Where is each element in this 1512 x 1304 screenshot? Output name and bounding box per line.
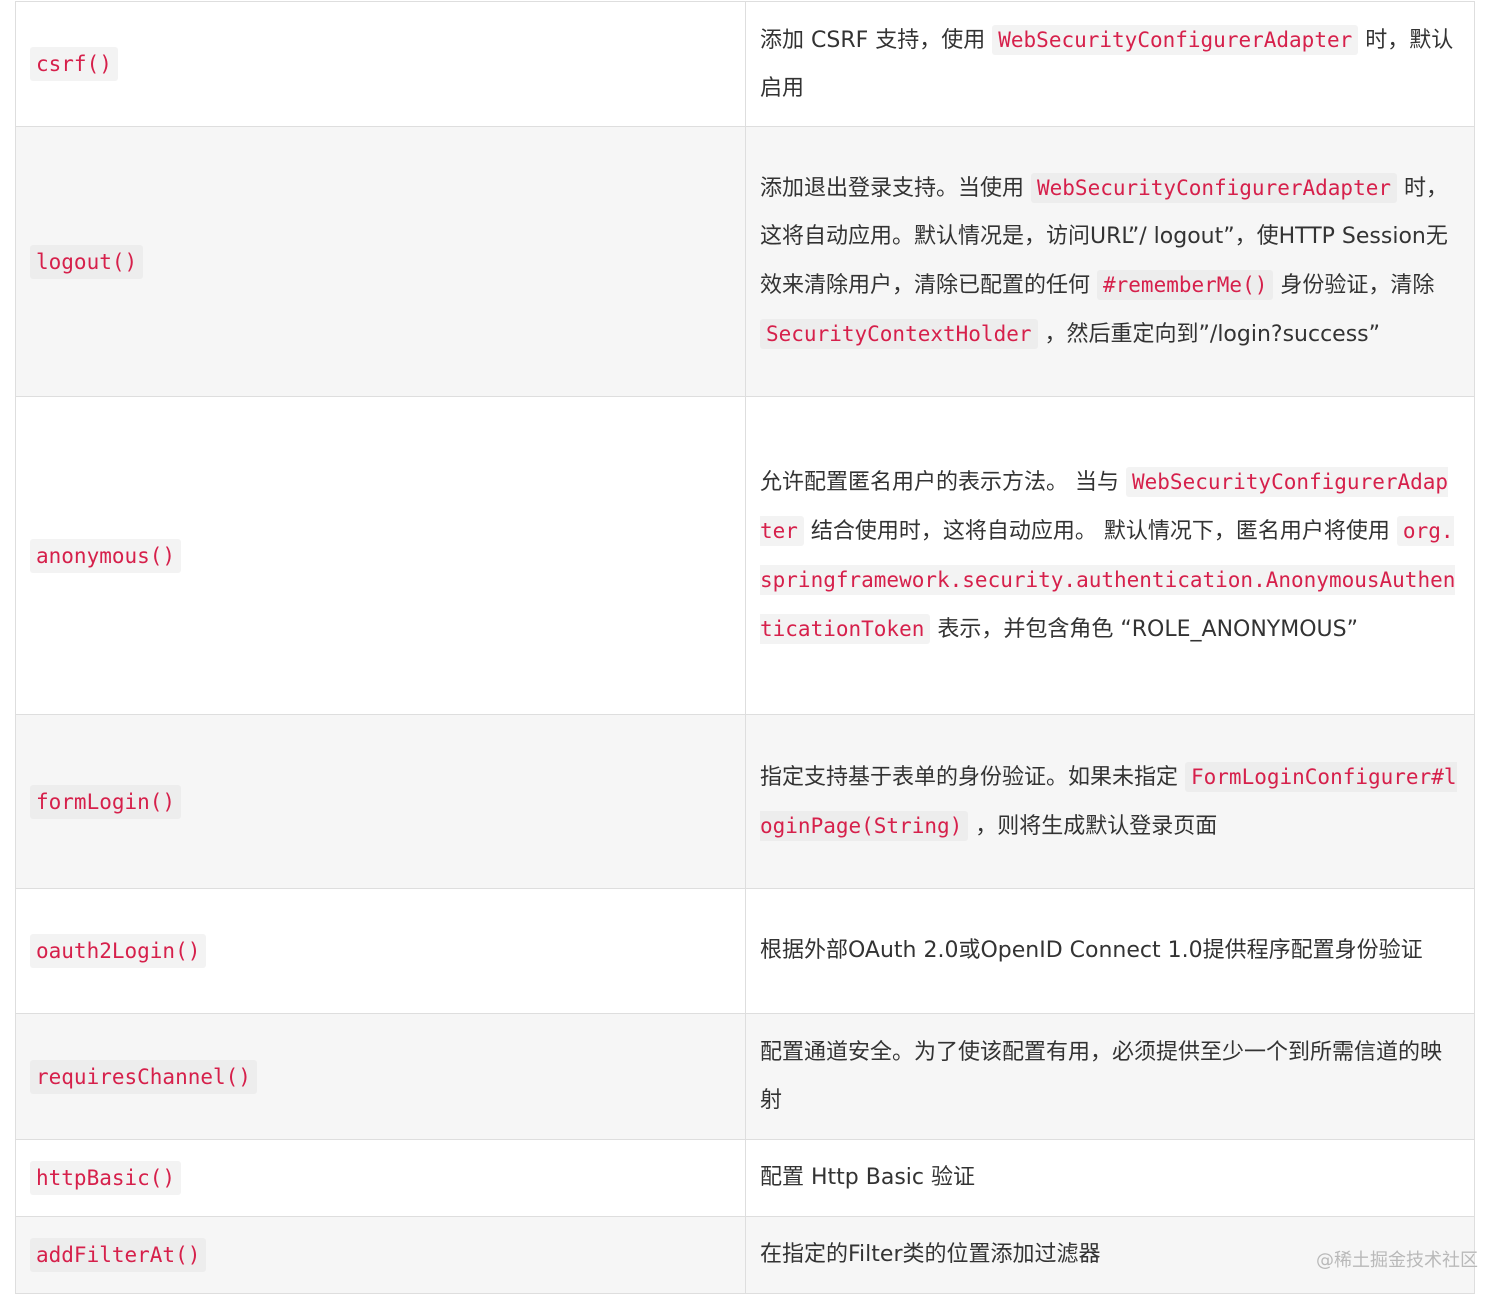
method-description: 配置通道安全。为了使该配置有用，必须提供至少一个到所需信道的映射 bbox=[745, 1013, 1475, 1140]
description-text: 添加退出登录支持。当使用 bbox=[760, 176, 1031, 201]
description-text: ，则将生成默认登录页面 bbox=[968, 813, 1218, 839]
inline-code: SecurityContextHolder bbox=[760, 319, 1038, 349]
method-name: anonymous() bbox=[30, 538, 182, 573]
method-description: 根据外部OAuth 2.0或OpenID Connect 1.0提供程序配置身份… bbox=[745, 888, 1475, 1014]
methods-table-body: csrf() 添加 CSRF 支持，使用 WebSecurityConfigure… bbox=[15, 1, 1475, 1294]
table-row: formLogin() 指定支持基于表单的身份验证。如果未指定 FormLogin… bbox=[15, 714, 1475, 889]
method-description: 添加 CSRF 支持，使用 WebSecurityConfigurerAdapt… bbox=[745, 1, 1475, 127]
inline-code: #rememberMe() bbox=[1097, 270, 1274, 300]
method-name-cell: anonymous() bbox=[15, 396, 746, 715]
method-name-cell: requiresChannel() bbox=[15, 1013, 746, 1140]
description-text: 指定支持基于表单的身份验证。如果未指定 bbox=[760, 764, 1185, 790]
method-name-cell: csrf() bbox=[15, 1, 746, 127]
description-text: 允许配置匿名用户的表示方法。 当与 bbox=[760, 469, 1126, 495]
description-text: 在指定的Filter类的位置添加过滤器 bbox=[760, 1242, 1101, 1267]
description-text: 配置 Http Basic 验证 bbox=[760, 1165, 975, 1190]
method-name: csrf() bbox=[30, 47, 118, 81]
method-name: addFilterAt() bbox=[30, 1238, 207, 1272]
table-row: requiresChannel() 配置通道安全。为了使该配置有用，必须提供至少一… bbox=[15, 1013, 1475, 1140]
method-name-cell: logout() bbox=[15, 126, 746, 397]
methods-table: csrf() 添加 CSRF 支持，使用 WebSecurityConfigure… bbox=[15, 1, 1475, 1294]
method-name-cell: formLogin() bbox=[15, 714, 746, 889]
method-description: 指定支持基于表单的身份验证。如果未指定 FormLoginConfigurer#… bbox=[745, 714, 1475, 889]
method-name: httpBasic() bbox=[30, 1161, 182, 1195]
description-text: 表示，并包含角色 “ROLE_ANONYMOUS” bbox=[930, 616, 1359, 642]
table-row: anonymous() 允许配置匿名用户的表示方法。 当与 WebSecurity… bbox=[15, 396, 1475, 715]
description-text: 添加 CSRF 支持，使用 bbox=[760, 27, 993, 53]
method-description: 配置 Http Basic 验证 bbox=[745, 1139, 1475, 1217]
description-text: 配置通道安全。为了使该配置有用，必须提供至少一个到所需信道的映射 bbox=[760, 1039, 1443, 1113]
description-text: 结合使用时，这将自动应用。 默认情况下，匿名用户将使用 bbox=[803, 518, 1397, 544]
method-name: requiresChannel() bbox=[30, 1059, 257, 1094]
watermark: @稀土掘金技术社区 bbox=[1316, 1250, 1478, 1271]
description-text: 身份验证，清除 bbox=[1273, 273, 1435, 298]
method-name: logout() bbox=[30, 244, 144, 279]
inline-code: WebSecurityConfigurerAdapter bbox=[992, 24, 1359, 55]
method-name-cell: addFilterAt() bbox=[15, 1216, 746, 1294]
inline-code: WebSecurityConfigurerAdapter bbox=[1031, 173, 1398, 203]
table-row: oauth2Login() 根据外部OAuth 2.0或OpenID Connec… bbox=[15, 888, 1475, 1014]
table-row: csrf() 添加 CSRF 支持，使用 WebSecurityConfigure… bbox=[15, 1, 1475, 127]
method-name-cell: oauth2Login() bbox=[15, 888, 746, 1014]
method-description: 添加退出登录支持。当使用 WebSecurityConfigurerAdapte… bbox=[745, 126, 1475, 397]
table-row: addFilterAt() 在指定的Filter类的位置添加过滤器 bbox=[15, 1216, 1475, 1294]
description-text: 根据外部OAuth 2.0或OpenID Connect 1.0提供程序配置身份… bbox=[760, 938, 1423, 963]
description-text: ，然后重定向到”/login?success” bbox=[1037, 322, 1381, 347]
table-row: httpBasic() 配置 Http Basic 验证 bbox=[15, 1139, 1475, 1217]
method-name: oauth2Login() bbox=[30, 934, 207, 968]
table-row: logout() 添加退出登录支持。当使用 WebSecurityConfigur… bbox=[15, 126, 1475, 397]
method-description: 允许配置匿名用户的表示方法。 当与 WebSecurityConfigurerA… bbox=[745, 396, 1475, 715]
method-name: formLogin() bbox=[30, 784, 182, 819]
method-name-cell: httpBasic() bbox=[15, 1139, 746, 1217]
